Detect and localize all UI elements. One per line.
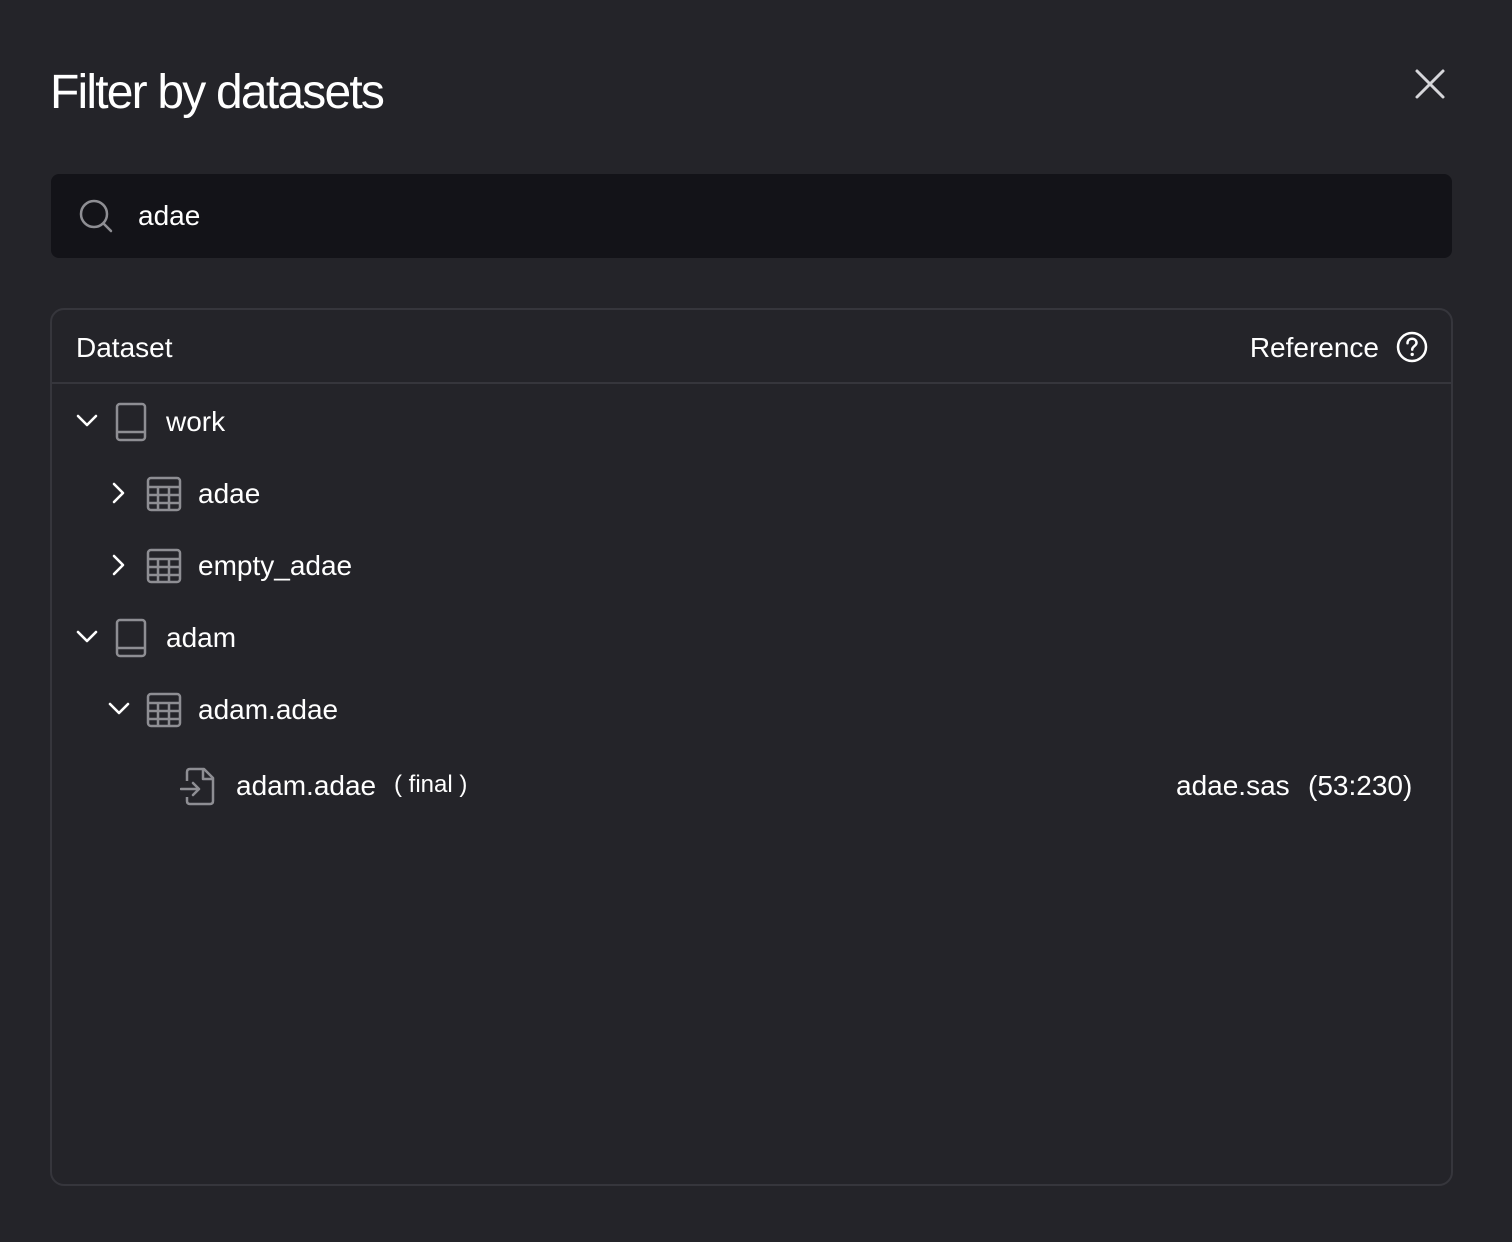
table-icon [146, 548, 182, 584]
chevron-down-icon[interactable] [74, 408, 100, 434]
table-icon [146, 476, 182, 512]
search-input[interactable] [138, 194, 1418, 238]
close-icon [1415, 69, 1445, 99]
tree-item-label: adam.adae [198, 694, 339, 725]
tree-row-dataset[interactable]: empty_adae [52, 530, 1451, 602]
tree-row-output[interactable]: adam.adae ( final ) adae.sas (53:230) [52, 746, 1451, 826]
book-icon [115, 618, 147, 658]
tree-item-label: adae [198, 478, 261, 509]
final-tag: ( final ) [394, 771, 468, 798]
chevron-down-icon[interactable] [74, 624, 100, 650]
close-button[interactable] [1406, 60, 1454, 108]
book-icon [115, 402, 147, 442]
tree-row-dataset[interactable]: adam.adae [52, 674, 1451, 746]
tree-item-label: adam.adae [236, 770, 377, 801]
tree-row-library[interactable]: work [52, 386, 1451, 458]
file-import-icon [180, 767, 215, 806]
reference-position: (53:230) [1308, 770, 1413, 801]
help-circle-icon[interactable] [1395, 330, 1429, 364]
tree-item-label: adam [166, 622, 237, 653]
reference-file-link[interactable]: adae.sas [1176, 768, 1290, 804]
chevron-down-icon[interactable] [106, 696, 132, 722]
chevron-right-icon[interactable] [106, 552, 132, 578]
tree-row-dataset[interactable]: adae [52, 458, 1451, 530]
chevron-right-icon[interactable] [106, 480, 132, 506]
table-icon [146, 692, 182, 728]
table-header: Dataset Reference [52, 310, 1451, 384]
search-icon [79, 199, 113, 233]
tree-item-label: empty_adae [198, 550, 353, 581]
tree-row-library[interactable]: adam [52, 602, 1451, 674]
column-header-dataset: Dataset [76, 332, 173, 363]
dialog-title: Filter by datasets [50, 66, 385, 119]
dataset-tree-panel: Dataset Reference work adae empty_adae a… [50, 308, 1453, 1186]
column-header-reference: Reference [1249, 332, 1379, 363]
tree-item-label: work [166, 406, 226, 437]
